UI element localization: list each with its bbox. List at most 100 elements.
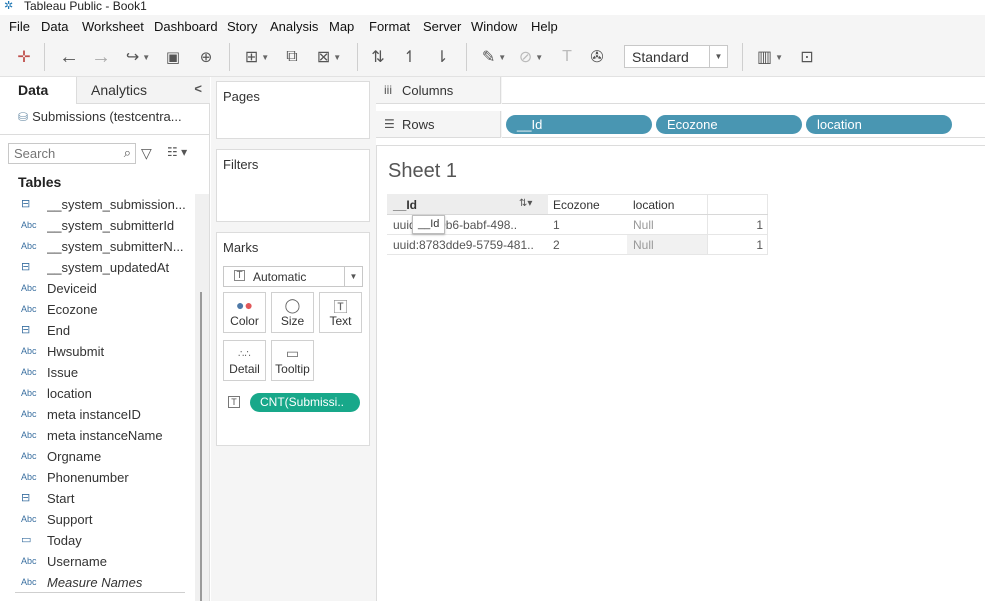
marks-card: Marks T Automatic ▼ ●● Color ◯ Size 🅃 Te… bbox=[216, 232, 370, 446]
menu-analysis[interactable]: Analysis bbox=[270, 19, 318, 34]
menu-server[interactable]: Server bbox=[423, 19, 461, 34]
datasource-item[interactable]: ⛁ Submissions (testcentra... bbox=[18, 109, 208, 124]
sheet-title: Sheet 1 bbox=[388, 160, 457, 182]
clear-sheet-icon[interactable]: ⊠ ▼ bbox=[311, 45, 347, 69]
new-worksheet-icon[interactable]: ⊞ ▼ bbox=[240, 45, 274, 69]
show-me-icon[interactable]: ▥ ▼ bbox=[752, 45, 788, 69]
replay-icon[interactable]: ↪ ▼ bbox=[120, 45, 156, 69]
swap-rows-columns-icon[interactable]: ⇅ bbox=[368, 45, 388, 69]
field-item[interactable]: Abc meta instanceID bbox=[0, 404, 195, 425]
rows-pill-ecozone[interactable]: Ecozone bbox=[656, 115, 802, 134]
field-item[interactable]: ⊟ Start bbox=[0, 488, 195, 509]
rows-drop-area[interactable]: __Id Ecozone location bbox=[502, 111, 985, 138]
text-mark-field[interactable]: T CNT(Submissi.. bbox=[228, 392, 363, 413]
redo-icon[interactable]: → bbox=[90, 45, 112, 69]
tab-analytics[interactable]: Analytics < bbox=[76, 77, 210, 104]
field-search[interactable]: ⌕ bbox=[8, 143, 136, 164]
duplicate-sheet-icon[interactable]: ⧉ bbox=[282, 45, 302, 69]
menu-story[interactable]: Story bbox=[227, 19, 257, 34]
columns-drop-area[interactable] bbox=[502, 77, 985, 104]
data-pane-scrollbar[interactable] bbox=[195, 194, 209, 601]
filters-title: Filters bbox=[223, 157, 259, 172]
sort-ascending-icon[interactable]: ↿ bbox=[400, 45, 420, 69]
marks-title: Marks bbox=[223, 240, 259, 255]
menu-data[interactable]: Data bbox=[41, 19, 68, 34]
field-item[interactable]: ⊟ __system_updatedAt bbox=[0, 257, 195, 278]
group-members-icon[interactable]: ⊘ ▼ bbox=[515, 45, 547, 69]
tableau-logo-icon: ✲ bbox=[4, 0, 14, 12]
menu-dashboard[interactable]: Dashboard bbox=[154, 19, 218, 34]
string-type-icon: Abc bbox=[21, 472, 37, 482]
view-list-icon[interactable]: ☷ ▾ bbox=[167, 145, 187, 159]
cnt-submissions-pill[interactable]: CNT(Submissi.. bbox=[250, 393, 360, 412]
size-button[interactable]: ◯ Size bbox=[271, 292, 314, 333]
mark-type-dropdown[interactable]: T Automatic ▼ bbox=[223, 266, 363, 287]
window-title: Tableau Public - Book1 bbox=[24, 0, 147, 13]
toolbar: ✛ ← → ↪ ▼ ▣ ⊕ ⊞ ▼ ⧉ ⊠ ▼ ⇅ ↿ ⇂ ✎ ▼ ⊘ ▼ T ✇ ▥ ▼ … bbox=[0, 37, 985, 77]
text-button[interactable]: 🅃 Text bbox=[319, 292, 362, 333]
tooltip-button[interactable]: ▭ Tooltip bbox=[271, 340, 314, 381]
tableau-home-icon[interactable]: ✛ bbox=[14, 45, 34, 69]
toolbar-separator bbox=[44, 43, 45, 71]
save-icon[interactable]: ▣ bbox=[163, 45, 183, 69]
rows-pill-location[interactable]: location bbox=[806, 115, 952, 134]
pin-icon[interactable]: ✇ bbox=[587, 45, 607, 69]
search-icon: ⌕ bbox=[123, 145, 131, 160]
fit-dropdown[interactable]: Standard ▼ bbox=[624, 45, 728, 68]
tab-data[interactable]: Data bbox=[0, 77, 76, 104]
field-item[interactable]: Abc meta instanceName bbox=[0, 425, 195, 446]
chevron-down-icon[interactable]: ▼ bbox=[344, 267, 362, 286]
filters-card[interactable]: Filters bbox=[216, 149, 370, 222]
field-item[interactable]: Abc Measure Names bbox=[0, 572, 195, 593]
header-location[interactable]: location bbox=[633, 198, 674, 219]
color-button[interactable]: ●● Color bbox=[223, 292, 266, 333]
rows-pill-id[interactable]: __Id bbox=[506, 115, 652, 134]
detail-icon: ∴∴ bbox=[238, 349, 251, 360]
menu-worksheet[interactable]: Worksheet bbox=[82, 19, 144, 34]
field-item[interactable]: Abc Ecozone bbox=[0, 299, 195, 320]
presentation-mode-icon[interactable]: ⊡ bbox=[796, 45, 818, 69]
chevron-down-icon[interactable]: ▼ bbox=[709, 46, 727, 67]
highlight-icon[interactable]: ✎ ▼ bbox=[478, 45, 510, 69]
detail-button[interactable]: ∴∴ Detail bbox=[223, 340, 266, 381]
field-item[interactable]: ⊟ __system_submission... bbox=[0, 194, 195, 215]
field-item[interactable]: Abc Username bbox=[0, 551, 195, 572]
search-input[interactable] bbox=[14, 146, 114, 161]
field-item[interactable]: Abc Deviceid bbox=[0, 278, 195, 299]
sort-icon[interactable]: ⇅▾ bbox=[519, 198, 532, 209]
menu-format[interactable]: Format bbox=[369, 19, 410, 34]
columns-icon: iii bbox=[384, 83, 392, 97]
rows-shelf-label: ☰ Rows bbox=[376, 111, 501, 138]
toolbar-separator bbox=[357, 43, 358, 71]
filter-icon[interactable]: ▽ bbox=[141, 145, 152, 162]
menu-map[interactable]: Map bbox=[329, 19, 354, 34]
field-item[interactable]: Abc Support bbox=[0, 509, 195, 530]
field-item[interactable]: Abc __system_submitterN... bbox=[0, 236, 195, 257]
size-icon: ◯ bbox=[284, 297, 301, 313]
pages-card[interactable]: Pages bbox=[216, 81, 370, 139]
undo-icon[interactable]: ← bbox=[58, 45, 80, 69]
menu-window[interactable]: Window bbox=[471, 19, 517, 34]
rows-shelf: ☰ Rows __Id Ecozone location bbox=[376, 111, 985, 138]
field-item[interactable]: ▭ Today bbox=[0, 530, 195, 551]
sort-descending-icon[interactable]: ⇂ bbox=[432, 45, 452, 69]
field-item[interactable]: Abc location bbox=[0, 383, 195, 404]
collapse-pane-icon[interactable]: < bbox=[194, 81, 202, 96]
field-item[interactable]: Abc __system_submitterId bbox=[0, 215, 195, 236]
toolbar-separator bbox=[466, 43, 467, 71]
menu-file[interactable]: File bbox=[9, 19, 30, 34]
field-item[interactable]: Abc Hwsubmit bbox=[0, 341, 195, 362]
header-ecozone[interactable]: Ecozone bbox=[553, 198, 600, 219]
field-item[interactable]: Abc Phonenumber bbox=[0, 467, 195, 488]
text-encoding-icon: T bbox=[228, 396, 240, 408]
field-item[interactable]: Abc Issue bbox=[0, 362, 195, 383]
columns-shelf-label: iii Columns bbox=[376, 77, 501, 104]
menu-help[interactable]: Help bbox=[531, 19, 558, 34]
new-datasource-icon[interactable]: ⊕ bbox=[195, 45, 217, 69]
string-type-icon: Abc bbox=[21, 430, 37, 440]
show-labels-icon[interactable]: T bbox=[556, 45, 578, 69]
scrollbar-thumb[interactable] bbox=[200, 292, 202, 601]
data-pane: Data Analytics < ⛁ Submissions (testcentr… bbox=[0, 77, 210, 601]
field-item[interactable]: ⊟ End bbox=[0, 320, 195, 341]
field-item[interactable]: Abc Orgname bbox=[0, 446, 195, 467]
